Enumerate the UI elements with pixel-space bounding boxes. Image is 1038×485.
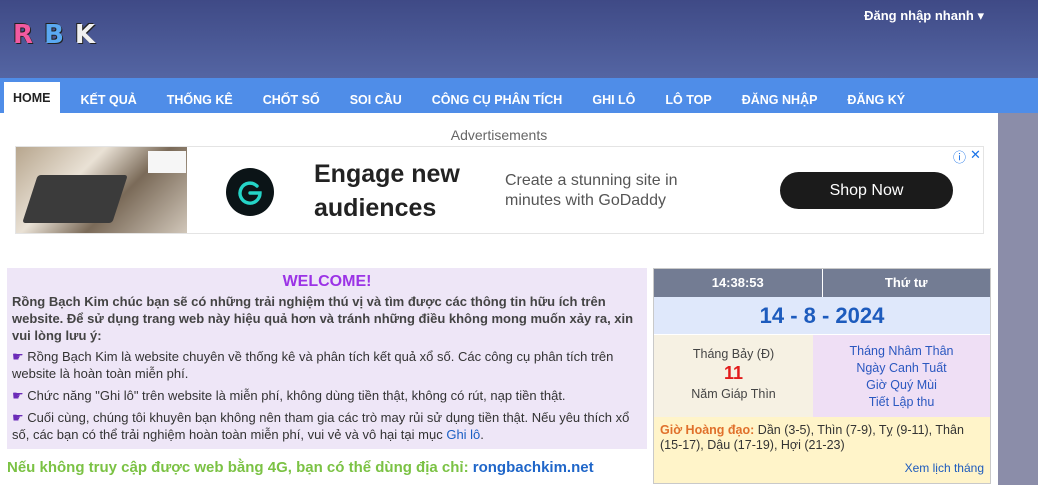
welcome-item: ☛ Cuối cùng, chúng tôi khuyên bạn không … <box>12 409 642 443</box>
alt-address-text: Nếu không truy cập được web bằng 4G, bạn… <box>7 459 469 476</box>
shop-now-button[interactable]: Shop Now <box>780 172 953 209</box>
nav-ket-qua[interactable]: KẾT QUẢ <box>66 83 152 113</box>
ghi-lo-link[interactable]: Ghi lô <box>446 427 480 442</box>
welcome-item: ☛ Rồng Bạch Kim là website chuyên về thố… <box>12 348 642 382</box>
can-chi-month: Tháng Nhâm Thân <box>849 344 954 358</box>
calendar-widget: 14:38:53 Thứ tư 14 - 8 - 2024 Tháng Bảy … <box>653 268 991 484</box>
nav-soi-cau[interactable]: SOI CẦU <box>335 83 417 113</box>
lunar-date: Tháng Bảy (Đ) 11 Năm Giáp Thìn <box>654 335 813 417</box>
nav-dang-nhap[interactable]: ĐĂNG NHẬP <box>727 83 833 113</box>
current-time: 14:38:53 <box>654 269 823 297</box>
can-chi: Tháng Nhâm Thân Ngày Canh Tuất Giờ Quý M… <box>813 335 990 417</box>
ad-laptop-shape <box>22 175 128 223</box>
weekday: Thứ tư <box>822 269 990 297</box>
pointing-hand-icon: ☛ <box>12 349 24 364</box>
lunar-year: Năm Giáp Thìn <box>691 387 776 401</box>
site-logo[interactable]: R B K <box>8 22 100 48</box>
lunar-month: Tháng Bảy (Đ) <box>692 347 775 361</box>
site-header: R B K Đăng nhập nhanh ▾ <box>0 0 1038 78</box>
quick-login-dropdown[interactable]: Đăng nhập nhanh ▾ <box>864 8 984 24</box>
solar-date: 14 - 8 - 2024 <box>654 297 990 335</box>
nav-lo-top[interactable]: LÔ TOP <box>650 83 726 113</box>
welcome-item: ☛ Chức năng "Ghi lô" trên website là miễ… <box>12 387 642 404</box>
welcome-item-text: Rồng Bạch Kim là website chuyên về thống… <box>12 349 614 381</box>
can-chi-day: Ngày Canh Tuất <box>856 361 947 375</box>
ad-headline[interactable]: Engage new audiences <box>314 157 494 225</box>
logo-letter-k: K <box>74 20 96 50</box>
nav-cong-cu-phan-tich[interactable]: CÔNG CỤ PHÂN TÍCH <box>417 83 578 113</box>
alt-address-notice: Nếu không truy cập được web bằng 4G, bạn… <box>7 459 594 476</box>
main-nav: HOME KẾT QUẢ THỐNG KÊ CHỐT SỐ SOI CẦU CÔ… <box>0 78 1038 113</box>
alt-address-link[interactable]: rongbachkim.net <box>473 459 594 476</box>
pointing-hand-icon: ☛ <box>12 388 24 403</box>
ad-image[interactable] <box>16 147 187 233</box>
ad-description[interactable]: Create a stunning site in minutes with G… <box>505 171 715 211</box>
auspicious-hours-label: Giờ Hoàng đạo: <box>660 423 755 437</box>
view-month-calendar-link[interactable]: Xem lịch tháng <box>905 461 984 475</box>
welcome-item-text: Chức năng "Ghi lô" trên website là miễn … <box>27 388 566 403</box>
ads-label: Advertisements <box>450 127 548 143</box>
right-sidebar-strip <box>998 113 1038 485</box>
godaddy-logo-icon[interactable] <box>226 168 274 216</box>
logo-letter-b: B <box>44 20 64 50</box>
calendar-header: 14:38:53 Thứ tư <box>654 269 990 297</box>
lunar-day: 11 <box>723 363 744 383</box>
nav-home[interactable]: HOME <box>4 82 60 113</box>
ad-banner[interactable]: Engage new audiences Create a stunning s… <box>15 146 984 234</box>
nav-ghi-lo[interactable]: GHI LÔ <box>577 83 650 113</box>
welcome-title: WELCOME! <box>282 273 372 290</box>
welcome-item-end: . <box>480 427 484 442</box>
ad-info-icon[interactable]: ⓘ <box>953 147 966 166</box>
ad-screen-shape <box>148 151 186 173</box>
welcome-box: WELCOME! Rồng Bạch Kim chúc bạn sẽ có nh… <box>7 268 647 449</box>
welcome-item-text: Cuối cùng, chúng tôi khuyên bạn không nê… <box>12 410 630 442</box>
can-chi-hour: Giờ Quý Mùi <box>866 378 937 392</box>
ad-close-icon[interactable]: ✕ <box>970 147 981 163</box>
main-content: Advertisements Engage new audiences Crea… <box>0 113 998 485</box>
nav-dang-ky[interactable]: ĐĂNG KÝ <box>832 83 920 113</box>
solar-term: Tiết Lập thu <box>868 395 935 409</box>
calendar-details: Tháng Bảy (Đ) 11 Năm Giáp Thìn Tháng Nhâ… <box>654 335 990 417</box>
logo-letter-r: R <box>12 20 34 50</box>
welcome-intro: Rồng Bạch Kim chúc bạn sẽ có những trải … <box>12 294 634 343</box>
pointing-hand-icon: ☛ <box>12 410 24 425</box>
nav-chot-so[interactable]: CHỐT SỐ <box>248 83 335 113</box>
nav-thong-ke[interactable]: THỐNG KÊ <box>152 83 248 113</box>
